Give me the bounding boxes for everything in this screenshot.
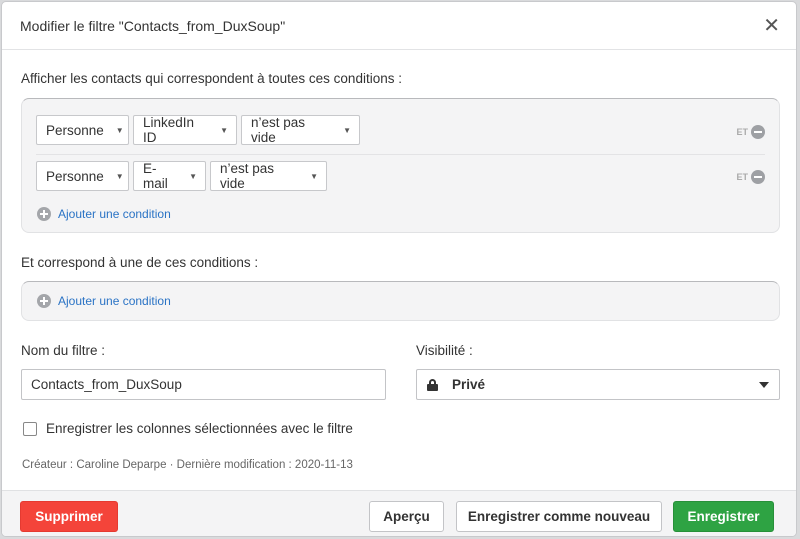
all-conditions-label: Afficher les contacts qui correspondent … <box>21 71 402 86</box>
operator-select[interactable]: n’est pas vide ▼ <box>241 115 360 145</box>
plus-circle-icon <box>37 207 51 221</box>
remove-condition-button[interactable]: ET <box>736 170 765 184</box>
connector-label: ET <box>736 172 748 182</box>
preview-button[interactable]: Aperçu <box>369 501 444 532</box>
all-conditions-box: Personne ▼ LinkedIn ID ▼ n’est pas vide ▼ E… <box>21 98 780 233</box>
caret-down-icon <box>759 381 769 388</box>
visibility-select[interactable]: Privé <box>416 369 780 400</box>
minus-circle-icon <box>751 170 765 184</box>
chevron-down-icon: ▼ <box>115 171 124 181</box>
operator-select[interactable]: n’est pas vide ▼ <box>210 161 327 191</box>
dialog-title: Modifier le filtre "Contacts_from_DuxSou… <box>20 17 286 34</box>
entity-select[interactable]: Personne ▼ <box>36 115 129 145</box>
visibility-value: Privé <box>452 377 486 392</box>
chevron-down-icon: ▼ <box>220 125 228 135</box>
dialog-footer: Supprimer Aperçu Enregistrer comme nouve… <box>2 490 796 536</box>
connector-label: ET <box>736 127 748 137</box>
add-condition-link[interactable]: Ajouter une condition <box>37 207 171 221</box>
dialog-header: Modifier le filtre "Contacts_from_DuxSou… <box>2 2 796 50</box>
edit-filter-dialog: Modifier le filtre "Contacts_from_DuxSou… <box>1 1 797 537</box>
save-columns-checkbox[interactable] <box>23 421 37 436</box>
filter-name-label: Nom du filtre : <box>21 343 106 358</box>
lock-icon <box>427 378 438 391</box>
filter-name-input[interactable] <box>21 369 386 400</box>
save-button[interactable]: Enregistrer <box>673 501 774 532</box>
minus-circle-icon <box>751 125 765 139</box>
chevron-down-icon: ▼ <box>115 125 124 135</box>
save-as-new-button[interactable]: Enregistrer comme nouveau <box>456 501 662 532</box>
add-condition-link[interactable]: Ajouter une condition <box>37 294 171 308</box>
chevron-down-icon: ▼ <box>343 125 351 135</box>
field-select[interactable]: LinkedIn ID ▼ <box>133 115 237 145</box>
filter-meta-info: Créateur : Caroline Deparpe · Dernière m… <box>22 459 353 471</box>
condition-row: Personne ▼ E-mail ▼ n’est pas vide ▼ <box>36 161 327 191</box>
plus-circle-icon <box>37 294 51 308</box>
condition-row: Personne ▼ LinkedIn ID ▼ n’est pas vide ▼ <box>36 115 360 145</box>
chevron-down-icon: ▼ <box>189 171 197 181</box>
any-conditions-box: Ajouter une condition <box>21 281 780 321</box>
chevron-down-icon: ▼ <box>310 171 318 181</box>
field-select[interactable]: E-mail ▼ <box>133 161 206 191</box>
visibility-label: Visibilité : <box>416 343 473 358</box>
save-columns-label: Enregistrer les colonnes sélectionnées a… <box>46 421 353 436</box>
save-columns-option: Enregistrer les colonnes sélectionnées a… <box>23 421 353 436</box>
entity-select[interactable]: Personne ▼ <box>36 161 129 191</box>
row-divider <box>36 154 765 155</box>
delete-button[interactable]: Supprimer <box>20 501 118 532</box>
close-icon[interactable]: ✕ <box>763 16 780 36</box>
remove-condition-button[interactable]: ET <box>736 125 765 139</box>
any-conditions-label: Et correspond à une de ces conditions : <box>21 255 259 270</box>
